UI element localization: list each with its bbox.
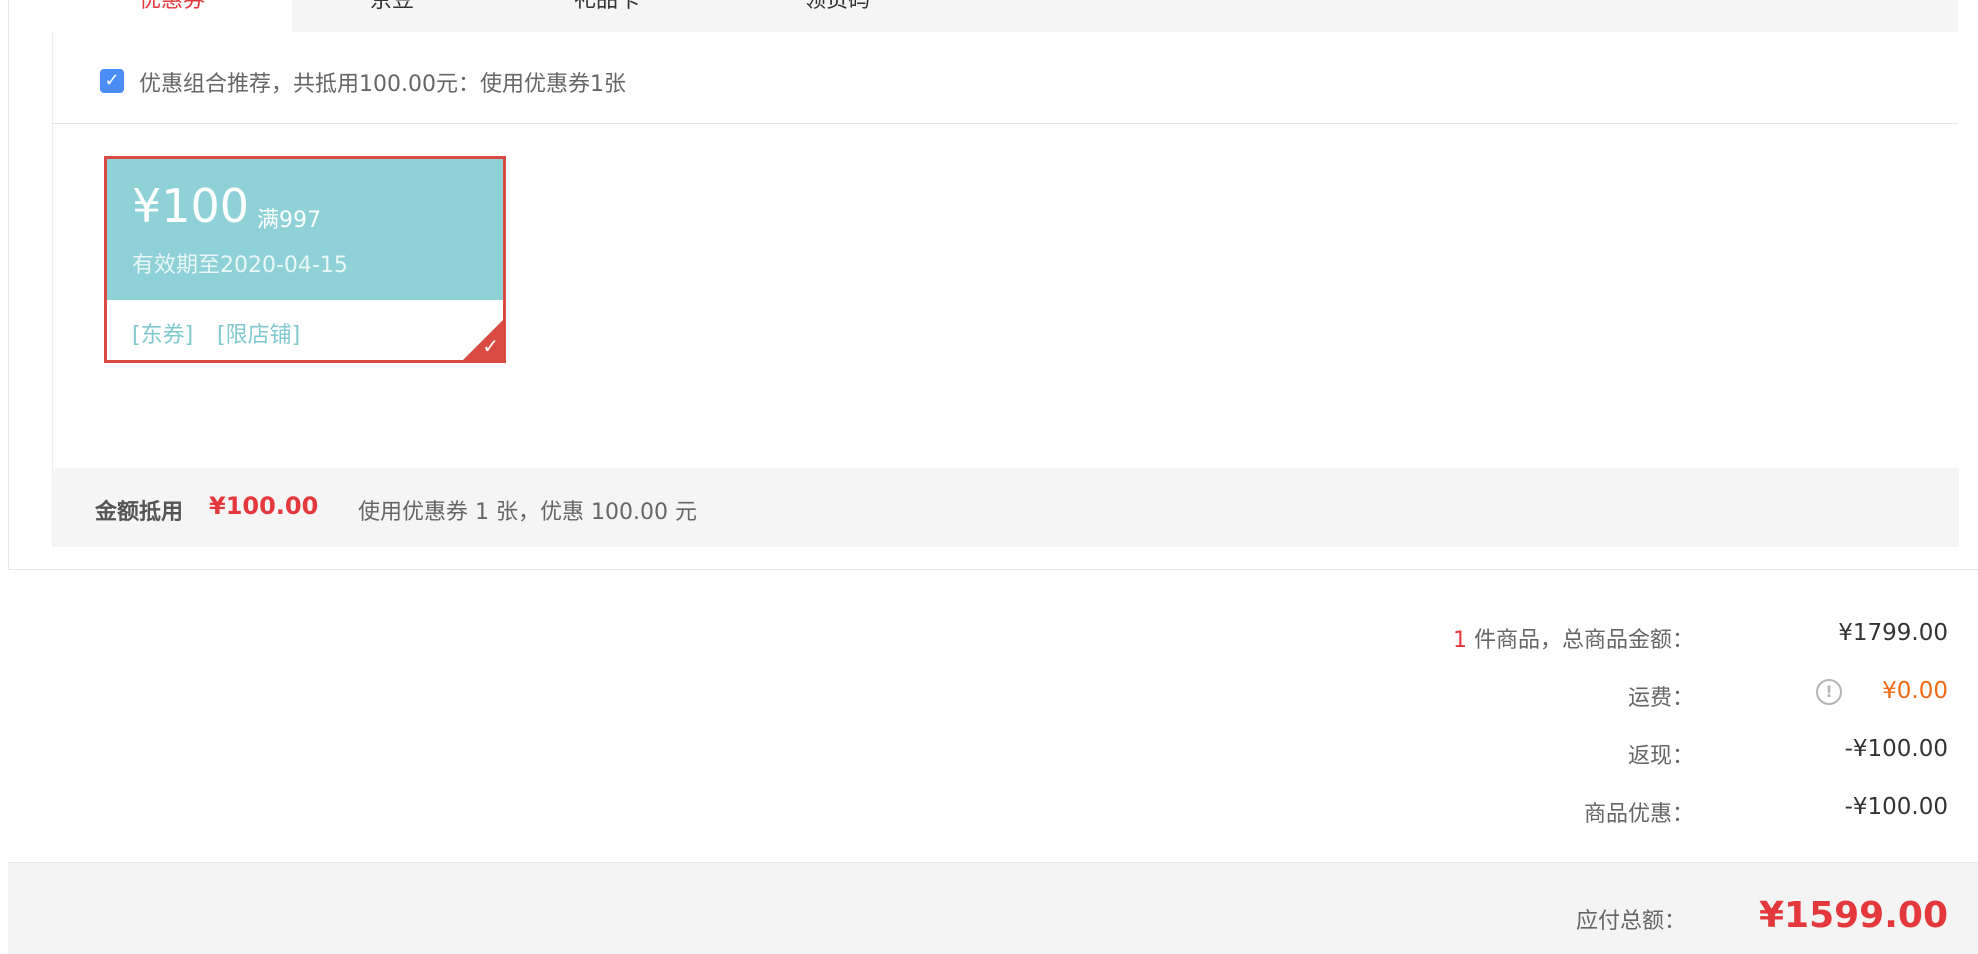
- coupon-content: ✓ 优惠组合推荐，共抵用100.00元：使用优惠券1张 ¥100 满997 有效…: [52, 32, 1959, 547]
- recommend-row: ✓ 优惠组合推荐，共抵用100.00元：使用优惠券1张: [53, 32, 1958, 124]
- coupon-condition: 满997: [257, 208, 321, 233]
- coupon-summary: 金额抵用 ¥100.00 使用优惠券 1 张，优惠 100.00 元: [53, 468, 1959, 547]
- info-icon[interactable]: !: [1816, 679, 1842, 705]
- summary-amount: ¥100.00: [209, 492, 319, 520]
- tab-coupon[interactable]: 优惠券: [52, 0, 292, 32]
- coupon-header: ¥100 满997 有效期至2020-04-15: [107, 159, 503, 300]
- recommend-text: 优惠组合推荐，共抵用100.00元：使用优惠券1张: [139, 72, 626, 97]
- rebate-row: 返现： -¥100.00: [0, 730, 1978, 770]
- total-items-label: 1 件商品，总商品金额：: [1453, 622, 1694, 654]
- discount-tabs: 优惠券 京豆 礼品卡 领货码: [52, 0, 1958, 32]
- coupon-tag-store-only: [限店铺]: [217, 323, 301, 348]
- discount-amount: -¥100.00: [1844, 794, 1948, 820]
- summary-desc: 使用优惠券 1 张，优惠 100.00 元: [358, 500, 697, 525]
- coupon-card[interactable]: ¥100 满997 有效期至2020-04-15 [东券] [限店铺] ✓: [104, 156, 506, 363]
- payment-amount: ¥1599.00: [1758, 895, 1948, 936]
- coupon-panel: 优惠券 京豆 礼品卡 领货码 ✓ 优惠组合推荐，共抵用100.00元：使用优惠券…: [8, 0, 1978, 570]
- summary-label: 金额抵用: [95, 500, 184, 525]
- tab-redeem-code[interactable]: 领货码: [732, 0, 942, 32]
- total-items-row: 1 件商品，总商品金额： ¥1799.00: [0, 614, 1978, 654]
- shipping-label: 运费：: [1627, 686, 1694, 711]
- coupon-tag-dongquan: [东券]: [132, 323, 194, 348]
- recommend-checkbox[interactable]: ✓: [100, 69, 124, 93]
- payment-bar: 应付总额： ¥1599.00: [8, 862, 1978, 954]
- checkmark-icon: ✓: [482, 334, 499, 358]
- payment-label: 应付总额：: [1575, 909, 1686, 934]
- rebate-amount: -¥100.00: [1844, 736, 1948, 762]
- coupon-amount: ¥100: [132, 179, 250, 233]
- discount-row: 商品优惠： -¥100.00: [0, 788, 1978, 828]
- item-count: 1: [1452, 628, 1467, 653]
- item-label: 件商品，总商品金额：: [1473, 628, 1694, 653]
- tab-jingdou[interactable]: 京豆: [292, 0, 492, 32]
- shipping-amount: ¥0.00: [1882, 678, 1948, 704]
- shipping-row: 运费： ! ¥0.00: [0, 672, 1978, 712]
- coupon-validity: 有效期至2020-04-15: [132, 253, 348, 278]
- rebate-label: 返现：: [1627, 744, 1694, 769]
- tab-gift-card[interactable]: 礼品卡: [502, 0, 712, 32]
- total-items-amount: ¥1799.00: [1838, 620, 1948, 646]
- discount-label: 商品优惠：: [1583, 802, 1694, 827]
